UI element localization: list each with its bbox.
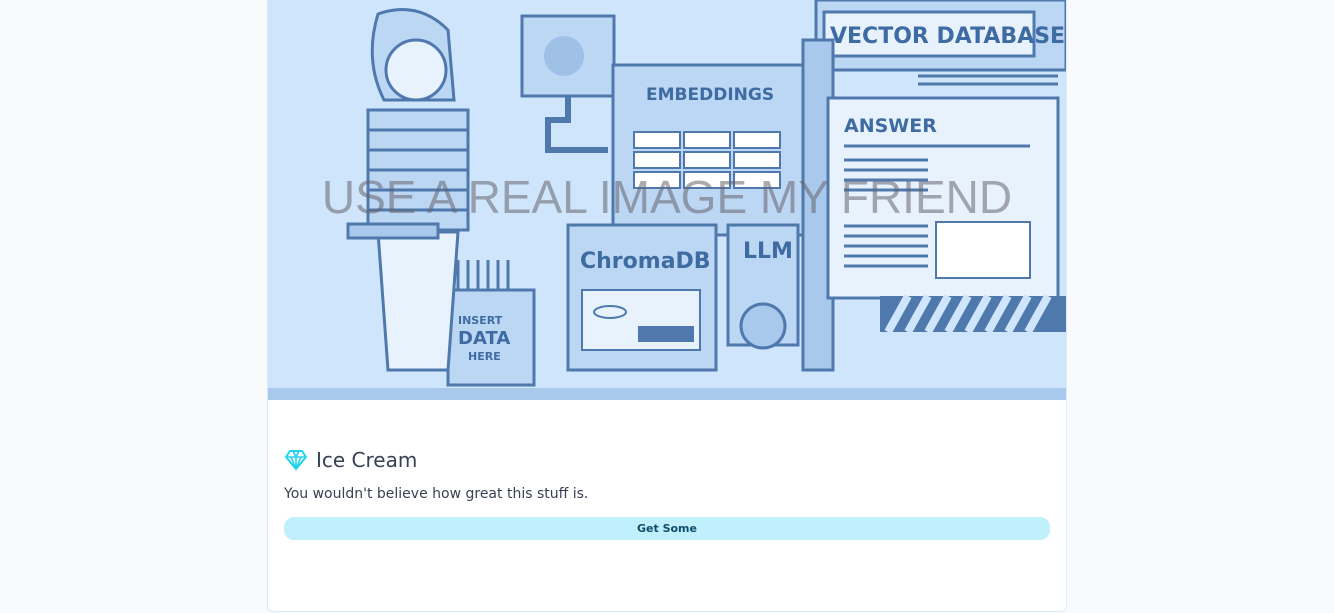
here-label: HERE xyxy=(468,350,501,363)
card-body: Ice Cream You wouldn't believe how great… xyxy=(284,444,1050,540)
product-card: VECTOR DATABASE EMBEDDINGS ANSWER Chroma… xyxy=(267,0,1067,612)
gem-icon xyxy=(284,448,308,472)
card-description: You wouldn't believe how great this stuf… xyxy=(284,486,589,502)
data-label: DATA xyxy=(458,328,510,349)
get-some-button[interactable]: Get Some xyxy=(284,517,1050,540)
llm-label: LLM xyxy=(743,239,793,264)
hero-image: VECTOR DATABASE EMBEDDINGS ANSWER Chroma… xyxy=(268,0,1066,400)
vector-database-label: VECTOR DATABASE xyxy=(830,24,1065,49)
card-title: Ice Cream xyxy=(316,448,418,472)
answer-label: ANSWER xyxy=(844,115,937,137)
embeddings-label: EMBEDDINGS xyxy=(646,85,774,105)
hero-illustration: VECTOR DATABASE EMBEDDINGS ANSWER Chroma… xyxy=(268,0,1066,400)
insert-label: INSERT xyxy=(458,314,503,327)
chromadb-label: ChromaDB xyxy=(580,249,711,274)
title-row: Ice Cream xyxy=(284,444,1050,476)
